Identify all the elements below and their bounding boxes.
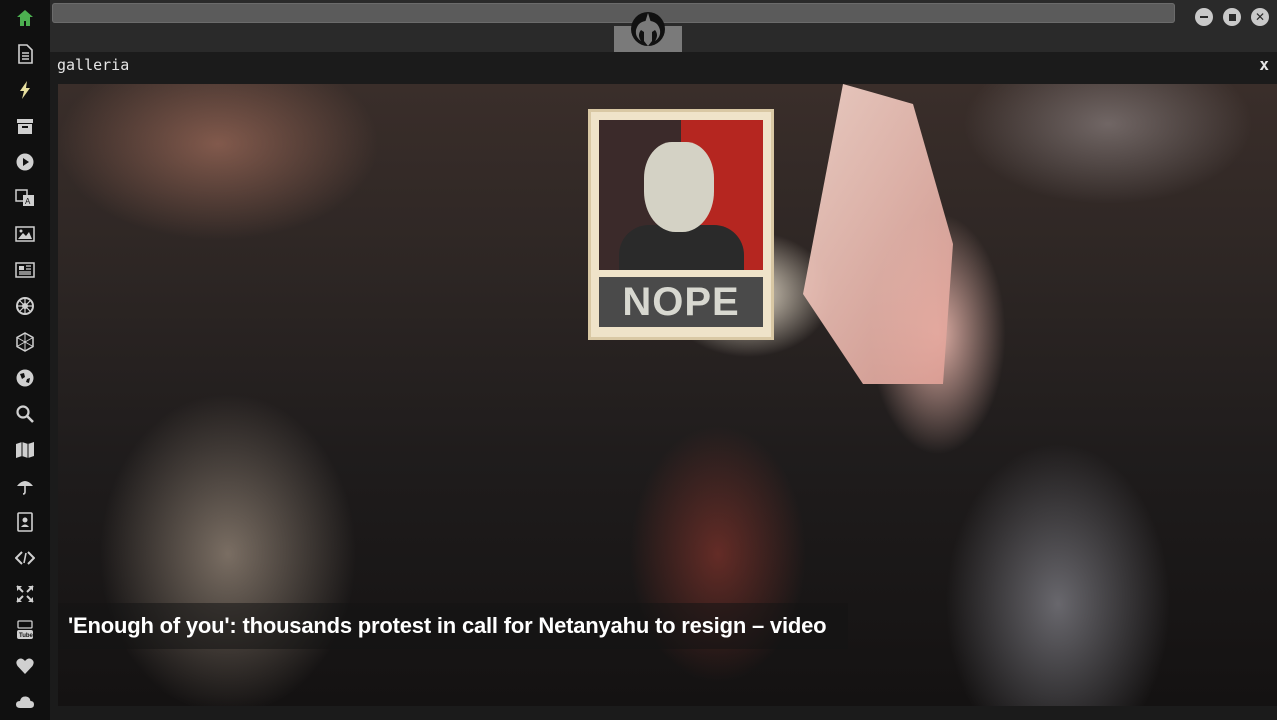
address-bar[interactable] (52, 3, 1175, 23)
panel-close-button[interactable]: x (1259, 55, 1269, 74)
poster-artwork (599, 120, 763, 270)
globe-icon[interactable] (13, 366, 37, 390)
map-icon[interactable] (13, 438, 37, 462)
home-icon[interactable] (13, 6, 37, 30)
maximize-icon (1228, 13, 1236, 21)
bottom-strip (50, 706, 1277, 720)
panel-title: galleria (57, 56, 130, 74)
umbrella-icon[interactable] (13, 474, 37, 498)
panel-header: galleria x (50, 52, 1277, 84)
sidebar: A Tube (0, 0, 50, 720)
contact-card-icon[interactable] (13, 510, 37, 534)
document-icon[interactable] (13, 42, 37, 66)
play-circle-icon[interactable] (13, 150, 37, 174)
top-bar: ✕ (50, 0, 1277, 52)
lightning-icon[interactable] (13, 78, 37, 102)
poster-face (644, 142, 714, 232)
minimize-button[interactable] (1195, 8, 1213, 26)
youtube-icon[interactable]: Tube (13, 618, 37, 642)
rebel-alliance-icon (628, 8, 668, 48)
protest-poster: NOPE (588, 109, 774, 340)
poster-word: NOPE (599, 277, 763, 327)
maximize-button[interactable] (1223, 8, 1241, 26)
image-icon[interactable] (13, 222, 37, 246)
caption-text: 'Enough of you': thousands protest in ca… (68, 613, 827, 638)
svg-text:A: A (25, 197, 31, 206)
gallery-caption: 'Enough of you': thousands protest in ca… (58, 603, 848, 649)
protest-flag (803, 84, 953, 384)
minimize-icon (1200, 16, 1208, 18)
newspaper-icon[interactable] (13, 258, 37, 282)
svg-text:Tube: Tube (19, 633, 34, 639)
archive-icon[interactable] (13, 114, 37, 138)
close-window-button[interactable]: ✕ (1251, 8, 1269, 26)
close-icon: ✕ (1254, 10, 1266, 24)
hexagon-network-icon[interactable] (13, 330, 37, 354)
code-icon[interactable] (13, 546, 37, 570)
heart-icon[interactable] (13, 654, 37, 678)
search-icon[interactable] (13, 402, 37, 426)
translate-icon[interactable]: A (13, 186, 37, 210)
expand-arrows-icon[interactable] (13, 582, 37, 606)
empire-icon[interactable] (13, 294, 37, 318)
cloud-icon[interactable] (13, 690, 37, 714)
